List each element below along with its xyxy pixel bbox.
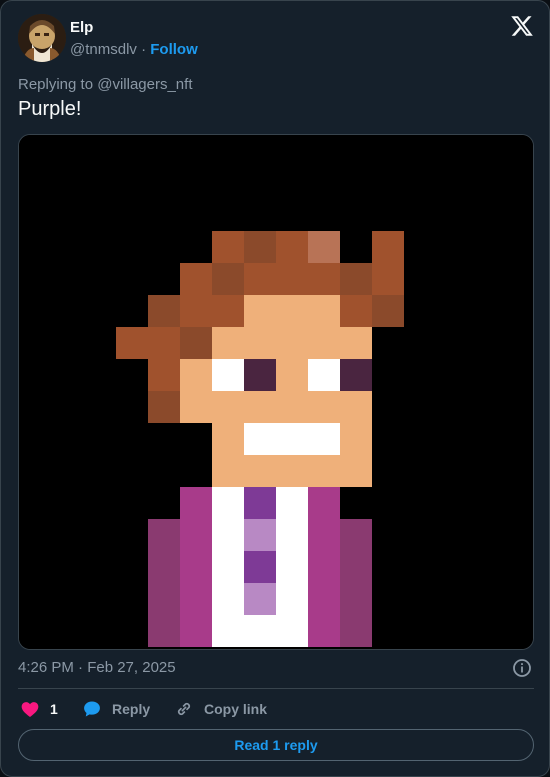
- follow-button[interactable]: Follow: [150, 41, 198, 58]
- like-button[interactable]: 1: [20, 698, 58, 720]
- meta-separator: ·: [141, 41, 147, 58]
- heart-icon: [21, 702, 39, 717]
- replying-prefix: Replying to: [18, 76, 94, 93]
- link-icon: [177, 702, 191, 716]
- reply-bubble-icon: [84, 701, 100, 717]
- tweet-media-image[interactable]: [18, 134, 534, 650]
- author-meta: @tnmsdlv · Follow: [70, 41, 198, 58]
- divider: [18, 688, 534, 689]
- like-count: 1: [50, 701, 58, 717]
- pixel-art-villager: [19, 135, 533, 649]
- author-handle[interactable]: @tnmsdlv: [70, 41, 137, 58]
- info-icon[interactable]: [512, 658, 532, 678]
- tweet-actions: 1 Reply Copy link: [18, 698, 534, 720]
- tweet-text: Purple!: [18, 98, 82, 120]
- replying-to-handle[interactable]: @villagers_nft: [97, 76, 192, 93]
- reply-label: Reply: [112, 701, 151, 717]
- read-replies-button[interactable]: Read 1 reply: [18, 729, 534, 761]
- x-logo-icon[interactable]: [510, 14, 534, 38]
- replying-to: Replying to @villagers_nft: [18, 76, 193, 93]
- avatar[interactable]: [18, 14, 66, 62]
- copy-link-label: Copy link: [204, 701, 268, 717]
- copy-link-button[interactable]: Copy link: [174, 698, 267, 720]
- tweet-card: Elp @tnmsdlv · Follow Replying to @villa…: [0, 0, 550, 777]
- tweet-timestamp[interactable]: 4:26 PM · Feb 27, 2025: [18, 659, 176, 676]
- author-name[interactable]: Elp: [70, 19, 93, 36]
- reply-button[interactable]: Reply: [82, 698, 150, 720]
